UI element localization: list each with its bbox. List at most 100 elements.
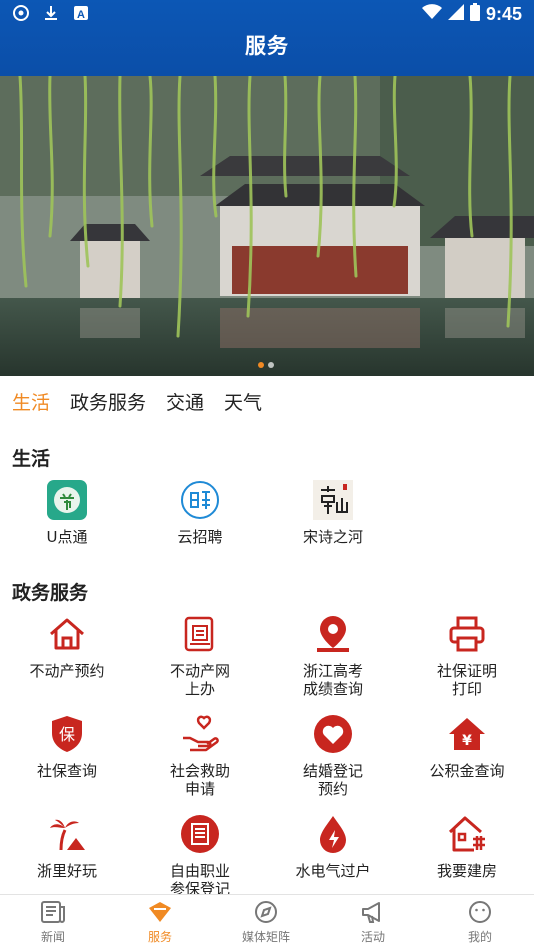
service-label-line1: 浙里好玩: [36, 862, 97, 880]
service-label: 自由职业 参保登记: [133, 862, 267, 898]
service-icon: [149, 902, 171, 922]
nav-media-matrix[interactable]: 媒体矩阵: [213, 899, 319, 945]
signal-icon: [447, 4, 464, 24]
service-label: 浙江高考 成绩查询: [266, 662, 400, 698]
service-label-line2: 成绩查询: [302, 680, 363, 698]
app-notification-icon: [12, 4, 30, 22]
service-label-line1: 不动产网: [169, 662, 230, 680]
yuan-house-icon: ¥: [449, 718, 485, 750]
helping-hand-icon: [183, 715, 219, 752]
service-label-line1: 自由职业: [169, 862, 230, 880]
carousel-dot-active[interactable]: [258, 362, 264, 368]
service-u-diantong[interactable]: U点通: [0, 480, 134, 546]
insurance-shield-icon: 保: [52, 716, 82, 752]
service-real-estate-online[interactable]: 不动产网 上办: [133, 614, 267, 698]
service-utility-transfer[interactable]: 水电气过户: [266, 814, 400, 880]
service-label-line2: 上办: [184, 680, 215, 698]
tab-weather[interactable]: 天气: [224, 388, 262, 415]
service-label-line1: 浙江高考: [302, 662, 363, 680]
service-label-line1: 社会救助: [169, 762, 230, 780]
printer-icon: [449, 616, 485, 652]
service-label-line1: 社保查询: [36, 762, 97, 780]
nav-activity[interactable]: 活动: [320, 899, 426, 945]
service-label-line2: 预约: [317, 780, 348, 798]
heart-icon: [314, 715, 352, 753]
tab-life[interactable]: 生活: [12, 388, 50, 415]
service-housing-fund-query[interactable]: ¥ 公积金查询: [400, 714, 534, 780]
service-label: 社会救助 申请: [133, 762, 267, 798]
service-label-line1: 结婚登记: [302, 762, 363, 780]
service-social-assistance[interactable]: 社会救助 申请: [133, 714, 267, 798]
megaphone-icon: [362, 902, 380, 923]
nav-label: 我的: [467, 930, 492, 944]
palm-tree-icon: [50, 819, 85, 851]
service-label-line1: 社保证明: [436, 662, 497, 680]
carousel-dot[interactable]: [268, 362, 274, 368]
service-label-line1: 公积金查询: [429, 762, 505, 780]
service-freelancer-insurance[interactable]: 自由职业 参保登记: [133, 814, 267, 898]
service-label-line1: 我要建房: [436, 862, 497, 880]
wifi-icon: [421, 4, 442, 24]
nav-label: 服务: [147, 930, 172, 944]
status-bar: A 9:45: [0, 0, 534, 28]
service-label: U点通: [46, 528, 88, 546]
page-title: 服务: [245, 34, 289, 58]
profile-icon: [469, 901, 491, 923]
svg-text:¥: ¥: [462, 733, 472, 749]
nav-service[interactable]: 服务: [107, 899, 213, 945]
service-label: 水电气过户: [266, 862, 400, 880]
nav-label: 活动: [360, 930, 385, 944]
service-label-line1: 不动产预约: [29, 662, 105, 680]
bottom-nav: 新闻 服务 媒体矩阵 活动 我的: [0, 894, 534, 950]
service-label: 社保证明 打印: [400, 662, 534, 698]
carousel-indicator: [258, 362, 274, 368]
top-bar: A 9:45 服务: [0, 0, 534, 76]
build-house-icon: [448, 816, 485, 852]
svg-text:A: A: [77, 9, 85, 21]
service-label: 社保查询: [0, 762, 134, 780]
service-build-house[interactable]: 我要建房: [400, 814, 534, 880]
service-label-line1: 水电气过户: [295, 862, 371, 880]
service-social-security-print[interactable]: 社保证明 打印: [400, 614, 534, 698]
service-label: 结婚登记 预约: [266, 762, 400, 798]
tab-traffic[interactable]: 交通: [166, 388, 204, 415]
service-zheli-fun[interactable]: 浙里好玩: [0, 814, 134, 880]
status-time: 9:45: [485, 3, 522, 24]
nav-news[interactable]: 新闻: [0, 899, 106, 945]
service-label: 宋诗之河: [302, 528, 363, 546]
section-title-gov: 政务服务: [12, 582, 89, 604]
service-gaokao-score[interactable]: 浙江高考 成绩查询: [266, 614, 400, 698]
service-label: 云招聘: [177, 528, 223, 546]
banner-image: [0, 76, 534, 376]
service-label: 公积金查询: [400, 762, 534, 780]
nav-mine[interactable]: 我的: [427, 899, 533, 945]
service-social-security-query[interactable]: 保 社保查询: [0, 714, 134, 780]
svg-text:保: 保: [59, 725, 75, 744]
news-icon: [41, 901, 65, 923]
location-pin-icon: [317, 616, 349, 652]
recruit-icon: [181, 481, 219, 519]
app-a-icon: A: [72, 4, 90, 22]
service-marriage-booking[interactable]: 结婚登记 预约: [266, 714, 400, 798]
tab-gov-service[interactable]: 政务服务: [70, 388, 146, 415]
service-recruit[interactable]: 云招聘: [133, 480, 267, 546]
service-label: 浙里好玩: [0, 862, 134, 880]
service-label-line2: 打印: [451, 680, 482, 698]
compass-icon: [255, 901, 277, 923]
register-icon: [181, 815, 219, 853]
download-icon: [42, 4, 60, 22]
service-label: 不动产网 上办: [133, 662, 267, 698]
service-label: 不动产预约: [0, 662, 134, 680]
document-icon: [184, 616, 214, 652]
service-real-estate-booking[interactable]: 不动产预约: [0, 614, 134, 680]
banner-carousel[interactable]: [0, 76, 534, 376]
service-label-line2: 申请: [184, 780, 215, 798]
nav-label: 媒体矩阵: [241, 930, 290, 944]
house-icon: [50, 618, 84, 650]
service-song-poetry[interactable]: 宋诗之河: [266, 480, 400, 546]
service-label: 我要建房: [400, 862, 534, 880]
section-title-life: 生活: [12, 448, 51, 470]
nav-label: 新闻: [40, 930, 65, 944]
utility-drop-icon: [320, 816, 346, 853]
battery-icon: [469, 3, 480, 25]
